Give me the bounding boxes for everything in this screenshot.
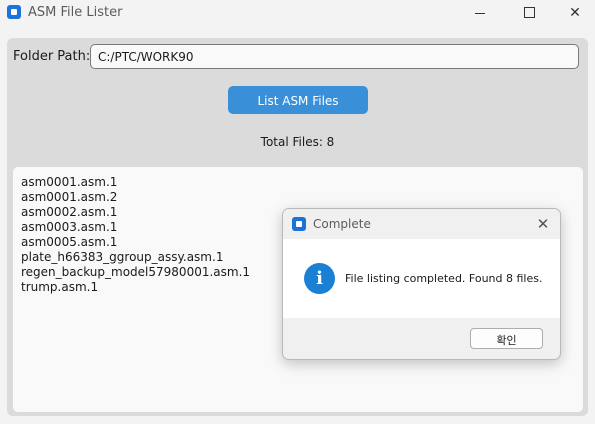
window-title: ASM File Lister [28,5,123,20]
file-list-item[interactable]: asm0003.asm.1 [21,220,250,235]
close-button[interactable]: ✕ [552,0,595,26]
list-asm-files-button[interactable]: List ASM Files [228,86,368,114]
dialog-message: File listing completed. Found 8 files. [345,272,543,285]
dialog-body: i File listing completed. Found 8 files. [283,239,560,318]
maximize-button[interactable] [506,0,552,26]
minimize-icon [475,13,485,14]
ok-button[interactable]: 확인 [470,328,543,349]
folder-path-input[interactable] [90,44,579,69]
dialog-app-icon [292,217,306,231]
title-bar[interactable]: ASM File Lister ✕ [0,0,595,26]
minimize-button[interactable] [457,0,503,26]
file-list-item[interactable]: asm0001.asm.2 [21,190,250,205]
file-list-item[interactable]: regen_backup_model57980001.asm.1 [21,265,250,280]
close-icon: ✕ [569,5,581,21]
file-list: asm0001.asm.1 asm0001.asm.2 asm0002.asm.1 a… [21,175,250,295]
dialog-title: Complete [313,217,371,231]
file-list-item[interactable]: asm0005.asm.1 [21,235,250,250]
folder-path-label: Folder Path: [13,49,91,64]
total-files-text: Total Files: 8 [260,135,335,149]
dialog-close-button[interactable]: ✕ [533,214,553,234]
app-icon [7,5,21,19]
dialog-title-bar[interactable]: Complete ✕ [283,209,560,239]
file-list-item[interactable]: asm0002.asm.1 [21,205,250,220]
file-list-item[interactable]: plate_h66383_ggroup_assy.asm.1 [21,250,250,265]
maximize-icon [524,7,535,18]
info-icon: i [304,263,335,294]
complete-dialog: Complete ✕ i File listing completed. Fou… [282,208,561,360]
file-list-item[interactable]: trump.asm.1 [21,280,250,295]
app-window: ASM File Lister ✕ Folder Path: List ASM … [0,0,595,424]
file-list-item[interactable]: asm0001.asm.1 [21,175,250,190]
